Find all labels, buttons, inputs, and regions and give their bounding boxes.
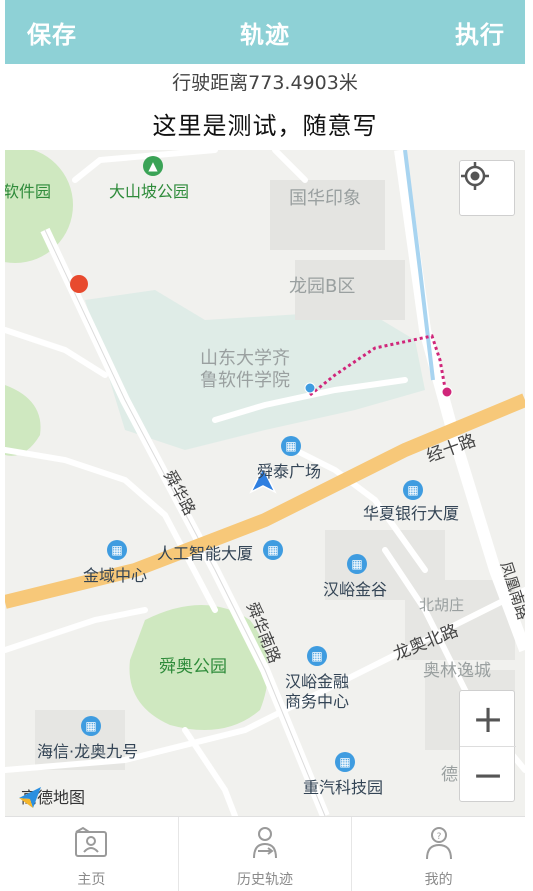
note-text: 这里是测试，随意写 <box>152 112 378 140</box>
map-label: 人工智能大厦 <box>157 544 254 563</box>
run-button[interactable]: 执行 <box>455 15 505 50</box>
profile-icon: ? <box>425 827 452 860</box>
history-track-icon <box>253 827 277 859</box>
park-area <box>5 385 41 456</box>
map-label: 软件园 <box>5 182 52 201</box>
zoom-out-button[interactable]: − <box>460 747 516 803</box>
svg-text:?: ? <box>436 832 441 842</box>
park-icon: ▲ <box>143 156 163 176</box>
locate-button[interactable] <box>459 160 515 216</box>
map-label: 金域中心 <box>83 566 148 585</box>
map-label: 鲁软件学院 <box>200 370 290 391</box>
building-icon: ▦ <box>107 540 127 560</box>
zoom-controls: + − <box>459 690 516 803</box>
map-label: 大山坡公园 <box>109 182 190 201</box>
building-icon: ▦ <box>263 540 283 560</box>
map-label: 奥林逸城 <box>423 661 491 681</box>
tab-home[interactable]: 主页 <box>5 817 179 891</box>
building-icon: ▦ <box>347 554 367 574</box>
map-label: 华夏银行大厦 <box>363 504 460 523</box>
map-label: 汉峪金谷 <box>323 580 388 599</box>
map-label: 商务中心 <box>285 692 350 711</box>
map-label: 国华印象 <box>289 188 361 209</box>
building-icon: ▦ <box>281 436 301 456</box>
building-icon: ▦ <box>335 752 355 772</box>
end-marker <box>441 386 453 398</box>
metro-icon <box>70 275 88 293</box>
tab-profile[interactable]: ? 我的 <box>352 817 525 891</box>
bottom-tab-bar: 主页 历史轨迹 ? 我的 <box>5 816 525 891</box>
crosshair-icon <box>461 162 489 190</box>
distance-text: 行驶距离773.4903米 <box>172 72 358 94</box>
tab-label: 历史轨迹 <box>237 872 293 888</box>
tab-history[interactable]: 历史轨迹 <box>179 817 353 891</box>
building-icon: ▦ <box>403 480 423 500</box>
park-area <box>5 150 73 263</box>
tab-label: 主页 <box>77 872 106 888</box>
map-label: 北胡庄 <box>419 596 465 614</box>
map-view[interactable]: 软件园 大山坡公园 国华印象 龙园B区 山东大学齐 鲁软件学院 舜泰广场 经十路… <box>5 150 525 816</box>
building-icon: ▦ <box>81 716 101 736</box>
building-icon: ▦ <box>307 646 327 666</box>
map-canvas <box>5 150 525 816</box>
map-label: 重汽科技园 <box>303 778 384 797</box>
home-icon <box>75 826 108 857</box>
trip-info: 行驶距离773.4903米 这里是测试，随意写 <box>5 64 525 150</box>
map-label: 海信·龙奥九号 <box>37 742 139 761</box>
map-label: 龙园B区 <box>289 276 356 297</box>
map-label: 舜泰广场 <box>257 462 322 481</box>
page-title: 轨迹 <box>240 20 290 49</box>
tab-label: 我的 <box>424 872 453 888</box>
app-frame: 保存 轨迹 执行 行驶距离773.4903米 这里是测试，随意写 软件园 大山坡… <box>5 0 525 891</box>
save-button[interactable]: 保存 <box>27 15 77 50</box>
zoom-in-button[interactable]: + <box>460 691 516 747</box>
amap-logo-icon <box>19 787 41 808</box>
top-bar: 保存 轨迹 执行 <box>5 0 525 64</box>
map-logo: 高德地图 <box>17 784 85 808</box>
start-marker <box>304 382 316 394</box>
map-label: 舜奥公园 <box>159 657 227 677</box>
